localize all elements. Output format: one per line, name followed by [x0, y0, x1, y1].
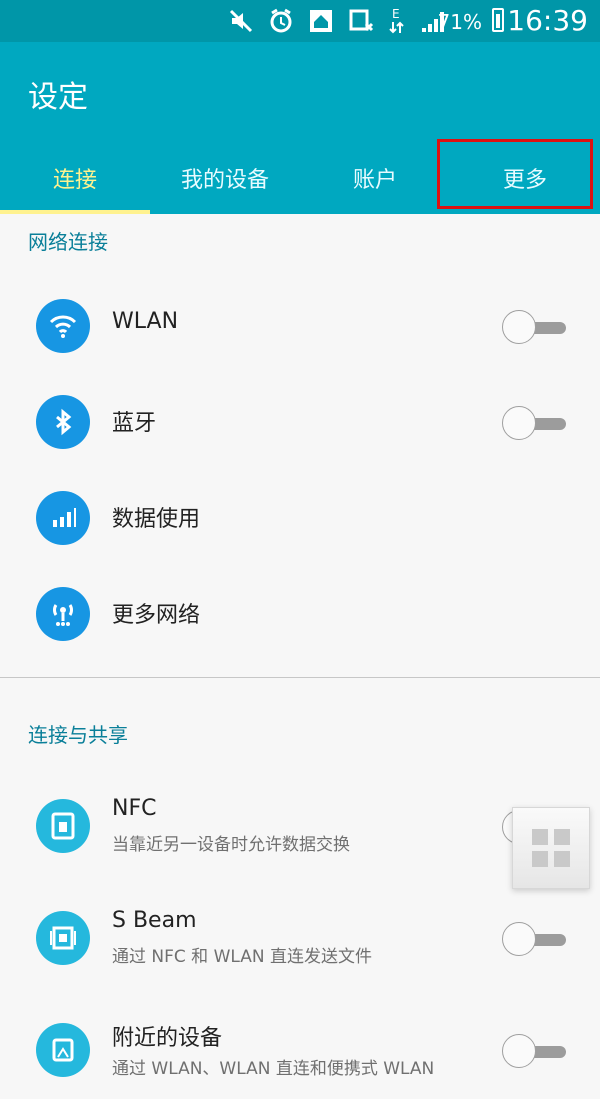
s-beam-icon	[36, 911, 90, 965]
battery-icon	[492, 8, 504, 32]
app-bar: 设定 连接 我的设备 账户 更多	[0, 42, 600, 214]
tab-accounts[interactable]: 账户	[300, 152, 450, 214]
status-icons: E	[228, 6, 446, 40]
status-bar: E 71% 16:39	[0, 0, 600, 42]
list-item-subtitle: 当靠近另一设备时允许数据交换	[112, 835, 350, 855]
battery-percentage: 71%	[437, 10, 482, 34]
list-item-subtitle: 通过 NFC 和 WLAN 直连发送文件	[112, 947, 372, 967]
list-item-s-beam[interactable]: S Beam 通过 NFC 和 WLAN 直连发送文件	[0, 891, 600, 987]
list-item-label: 数据使用	[112, 507, 201, 532]
list-item-bluetooth[interactable]: 蓝牙	[0, 375, 600, 471]
list-item-label: 蓝牙	[112, 411, 157, 436]
nearby-devices-icon	[36, 1023, 90, 1077]
bluetooth-toggle[interactable]	[502, 406, 566, 440]
home-icon	[308, 8, 334, 38]
section-title-network: 网络连接	[28, 230, 108, 254]
sim-icon	[348, 8, 374, 38]
list-item-label: WLAN	[112, 309, 179, 334]
data-usage-icon	[36, 491, 90, 545]
list-item-label: 更多网络	[112, 603, 201, 628]
list-item-label: 附近的设备	[112, 1026, 223, 1051]
tab-my-device[interactable]: 我的设备	[150, 152, 300, 214]
muted-volume-icon	[228, 8, 254, 38]
list-item-data-usage[interactable]: 数据使用	[0, 471, 600, 567]
alarm-icon	[268, 8, 294, 38]
nfc-icon	[36, 799, 90, 853]
list-item-label: NFC	[112, 796, 157, 821]
list-item-nfc[interactable]: NFC 当靠近另一设备时允许数据交换	[0, 779, 600, 875]
grid-view-icon	[532, 829, 570, 867]
list-item-nearby-devices[interactable]: 附近的设备 通过 WLAN、WLAN 直连和便携式 WLAN	[0, 1003, 600, 1099]
svg-text:E: E	[392, 7, 400, 21]
wlan-toggle[interactable]	[502, 310, 566, 344]
edge-data-icon: E	[388, 6, 406, 40]
section-divider	[0, 677, 600, 678]
nearby-devices-toggle[interactable]	[502, 1034, 566, 1068]
wifi-icon	[36, 299, 90, 353]
section-title-connect-share: 连接与共享	[28, 723, 128, 747]
more-networks-icon	[36, 587, 90, 641]
highlight-box	[437, 139, 593, 209]
tab-connections[interactable]: 连接	[0, 152, 150, 214]
s-beam-toggle[interactable]	[502, 922, 566, 956]
bluetooth-icon	[36, 395, 90, 449]
list-item-more-networks[interactable]: 更多网络	[0, 567, 600, 663]
grid-view-button[interactable]	[512, 807, 590, 889]
list-item-label: S Beam	[112, 908, 197, 933]
clock: 16:39	[507, 4, 588, 37]
settings-content: 网络连接 WLAN 蓝牙 数据使用 更多网络 连接与共享 NFC 当靠近另一设备…	[0, 214, 600, 1079]
list-item-wlan[interactable]: WLAN	[0, 279, 600, 375]
page-title: 设定	[28, 80, 88, 115]
